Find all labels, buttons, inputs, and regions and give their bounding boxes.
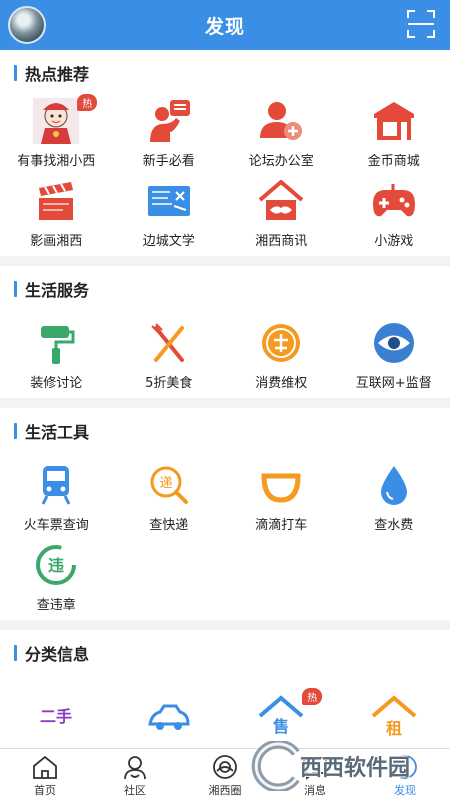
- grid-item-label: 5折美食: [145, 376, 193, 391]
- grid-item-train[interactable]: 火车票查询: [0, 460, 113, 540]
- section-tools: 生活工具 火车票查询 递 查快递 滴滴打车 查水费 违 查违章: [0, 408, 450, 620]
- tab-home[interactable]: 首页: [0, 749, 90, 800]
- grid-item-label: 互联网+监督: [355, 376, 432, 391]
- newbie-guide-icon: [146, 98, 192, 144]
- grid-item-literature[interactable]: 边城文学: [113, 176, 226, 256]
- clapperboard-icon: [33, 178, 79, 224]
- tab-message[interactable]: 消息: [270, 749, 360, 800]
- section-hot: 热点推荐 热 有事找湘小西 新手必看 论坛办公室 金币商城 影画湘西 边城文学 …: [0, 50, 450, 256]
- grid-item-supervision[interactable]: 互联网+监督: [338, 318, 450, 398]
- message-icon: [303, 757, 327, 780]
- grid-item-label: 有事找湘小西: [17, 154, 96, 169]
- second-hand-icon: 二手: [33, 692, 79, 738]
- community-icon: [124, 756, 146, 780]
- tab-label: 发现: [394, 784, 416, 797]
- grid-item-business-news[interactable]: 湘西商讯: [225, 176, 338, 256]
- grid-item-car[interactable]: [113, 690, 226, 748]
- grid-item-newbie-guide[interactable]: 新手必看: [113, 96, 226, 176]
- circle-icon: [213, 755, 237, 779]
- grid-item-violation[interactable]: 违 查违章: [0, 540, 113, 620]
- water-drop-icon: [371, 462, 417, 508]
- grid-item-label: 装修讨论: [30, 376, 83, 391]
- hot-badge: 热: [302, 688, 323, 705]
- grid-item-express[interactable]: 递 查快递: [113, 460, 226, 540]
- grid-item-label: 湘西商讯: [255, 234, 308, 249]
- grid-item-label: 影画湘西: [30, 234, 83, 249]
- paint-roller-icon: [33, 320, 79, 366]
- eye-icon: [371, 320, 417, 366]
- grid-item-consumer-rights[interactable]: 消费维权: [225, 318, 338, 398]
- grid-item-label: 边城文学: [142, 234, 195, 249]
- grid-item-label: 金币商城: [367, 154, 420, 169]
- section-title-life: 生活服务: [0, 266, 450, 312]
- house-sale-icon: 售 热: [258, 688, 323, 738]
- tab-circle[interactable]: 湘西圈: [180, 749, 270, 800]
- section-category: 分类信息 二手 售 热 租: [0, 630, 450, 748]
- coin-mall-icon: [371, 98, 417, 144]
- grid-item-label: 消费维权: [255, 376, 308, 391]
- fork-knife-icon: [146, 320, 192, 366]
- grid-item-coin-mall[interactable]: 金币商城: [338, 96, 450, 176]
- top-bar: 发现: [0, 0, 450, 50]
- grid-item-label: 滴滴打车: [255, 518, 308, 533]
- gamepad-icon: [371, 178, 417, 224]
- grid-item-water-fee[interactable]: 查水费: [338, 460, 450, 540]
- grid-item-label: 查快递: [149, 518, 189, 533]
- express-search-icon: 递: [146, 462, 192, 508]
- train-icon: [33, 462, 79, 508]
- forum-office-icon: [258, 98, 304, 144]
- grid-item-label: 火车票查询: [23, 518, 89, 533]
- section-title-category: 分类信息: [0, 630, 450, 676]
- tab-label: 湘西圈: [208, 784, 242, 797]
- svg-text:售: 售: [273, 717, 289, 736]
- grid-item-label: 论坛办公室: [248, 154, 314, 169]
- svg-text:租: 租: [386, 719, 402, 738]
- section-title-tools: 生活工具: [0, 408, 450, 454]
- grid-item-label: 查水费: [374, 518, 414, 533]
- house-handshake-icon: [258, 178, 304, 224]
- grid-item-house-sale[interactable]: 售 热: [225, 688, 338, 748]
- grid-item-minigame[interactable]: 小游戏: [338, 176, 450, 256]
- mascot-icon: 热: [33, 94, 98, 144]
- scan-icon[interactable]: [406, 9, 436, 39]
- tab-label: 社区: [124, 784, 146, 797]
- avatar[interactable]: [8, 6, 46, 44]
- tab-label: 首页: [34, 784, 56, 797]
- literature-icon: [146, 178, 192, 224]
- consumer-rights-icon: [258, 320, 304, 366]
- svg-text:违: 违: [48, 556, 64, 575]
- hot-badge: 热: [77, 94, 98, 111]
- discover-icon: [393, 755, 417, 779]
- grid-item-decoration[interactable]: 装修讨论: [0, 318, 113, 398]
- page-title: 发现: [204, 15, 245, 38]
- house-rent-icon: 租: [371, 692, 417, 738]
- violation-icon: 违: [33, 542, 79, 588]
- discover-content[interactable]: 热点推荐 热 有事找湘小西 新手必看 论坛办公室 金币商城 影画湘西 边城文学 …: [0, 50, 450, 748]
- grid-item-label: 查违章: [36, 598, 76, 613]
- grid-item-label: 新手必看: [142, 154, 195, 169]
- grid-item-forum-office[interactable]: 论坛办公室: [225, 96, 338, 176]
- section-title-hot: 热点推荐: [0, 50, 450, 96]
- grid-item-house-rent[interactable]: 租: [338, 690, 450, 748]
- svg-text:递: 递: [159, 476, 172, 491]
- grid-item-clapperboard[interactable]: 影画湘西: [0, 176, 113, 256]
- grid-item-label: 小游戏: [374, 234, 414, 249]
- grid-item-second-hand[interactable]: 二手: [0, 690, 113, 748]
- grid-item-didi[interactable]: 滴滴打车: [225, 460, 338, 540]
- didi-icon: [258, 462, 304, 508]
- bottom-tab-bar: 首页 社区 湘西圈 消息 发现: [0, 748, 450, 800]
- tab-label: 消息: [304, 784, 326, 797]
- section-life: 生活服务 装修讨论 5折美食 消费维权 互联网+监督: [0, 266, 450, 398]
- grid-item-mascot[interactable]: 热 有事找湘小西: [0, 94, 113, 176]
- car-icon: [146, 692, 192, 738]
- tab-discover[interactable]: 发现: [360, 749, 450, 800]
- home-icon: [33, 755, 57, 779]
- svg-text:二手: 二手: [40, 707, 72, 726]
- tab-community[interactable]: 社区: [90, 749, 180, 800]
- grid-item-food[interactable]: 5折美食: [113, 318, 226, 398]
